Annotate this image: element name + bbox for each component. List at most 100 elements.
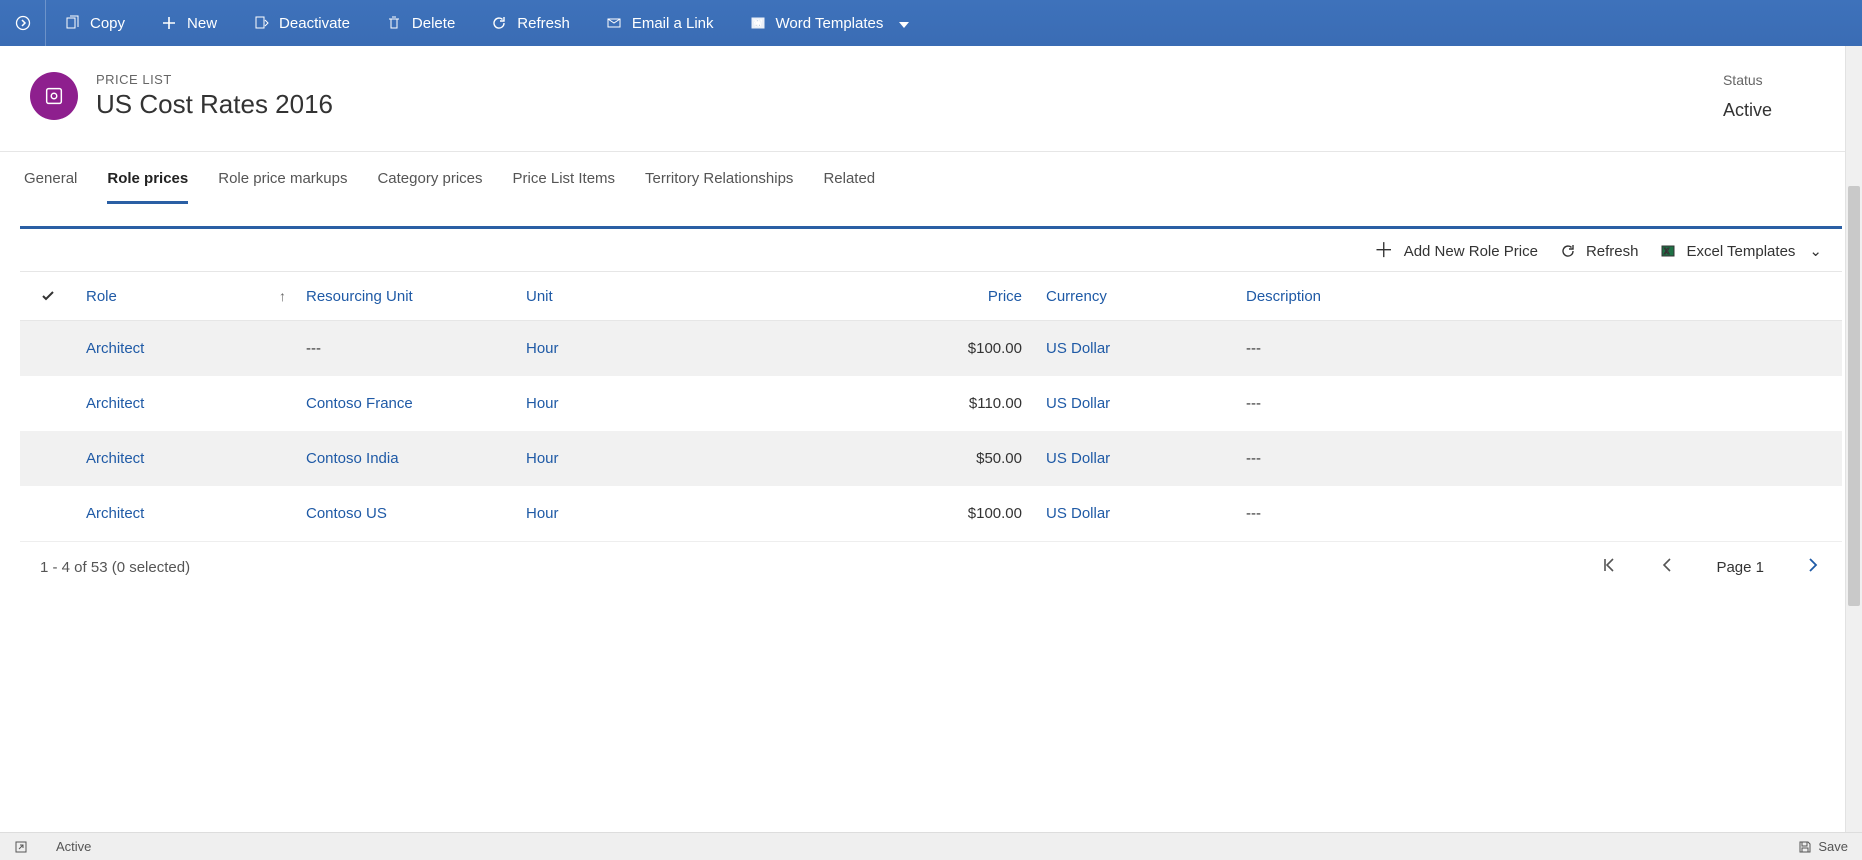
table-row[interactable]: Architect Contoso India Hour $50.00 US D… bbox=[20, 431, 1842, 486]
deactivate-icon bbox=[253, 15, 269, 31]
entity-type-label: PRICE LIST bbox=[96, 72, 333, 87]
chevron-down-icon bbox=[893, 15, 909, 32]
tab-role-price-markups[interactable]: Role price markups bbox=[218, 170, 347, 204]
entity-icon bbox=[30, 72, 78, 120]
scrollbar-thumb[interactable] bbox=[1848, 186, 1860, 606]
subgrid-refresh-button[interactable]: Refresh bbox=[1560, 243, 1639, 260]
email-link-label: Email a Link bbox=[632, 15, 714, 32]
form-body: General Role prices Role price markups C… bbox=[0, 151, 1862, 606]
role-prices-grid: Role ↑ Resourcing Unit Unit Price Curren… bbox=[20, 271, 1842, 596]
popout-icon bbox=[14, 840, 28, 854]
tab-related[interactable]: Related bbox=[823, 170, 875, 204]
column-description[interactable]: Description bbox=[1236, 288, 1496, 305]
copy-icon bbox=[64, 15, 80, 31]
cell-unit[interactable]: Hour bbox=[516, 450, 816, 467]
column-currency[interactable]: Currency bbox=[1036, 288, 1236, 305]
save-button[interactable]: Save bbox=[1798, 839, 1848, 854]
status-value: Active bbox=[1723, 100, 1772, 121]
excel-icon: X bbox=[1660, 243, 1676, 259]
cell-unit[interactable]: Hour bbox=[516, 340, 816, 357]
copy-button[interactable]: Copy bbox=[46, 0, 143, 46]
add-new-label: Add New Role Price bbox=[1404, 243, 1538, 260]
grid-footer: 1 - 4 of 53 (0 selected) Page 1 bbox=[20, 541, 1842, 596]
pager-prev[interactable] bbox=[1658, 556, 1676, 578]
tab-general[interactable]: General bbox=[24, 170, 77, 204]
add-new-role-price-button[interactable]: ＋ Add New Role Price bbox=[1374, 241, 1538, 261]
deactivate-label: Deactivate bbox=[279, 15, 350, 32]
cell-currency[interactable]: US Dollar bbox=[1036, 450, 1236, 467]
cell-unit[interactable]: Hour bbox=[516, 395, 816, 412]
refresh-button[interactable]: Refresh bbox=[473, 0, 588, 46]
record-summary: 1 - 4 of 53 (0 selected) bbox=[40, 559, 190, 576]
cell-role[interactable]: Architect bbox=[76, 395, 296, 412]
tab-category-prices[interactable]: Category prices bbox=[377, 170, 482, 204]
header-titles: PRICE LIST US Cost Rates 2016 bbox=[96, 72, 333, 120]
deactivate-button[interactable]: Deactivate bbox=[235, 0, 368, 46]
cell-description: --- bbox=[1236, 395, 1496, 412]
form-tabs: General Role prices Role price markups C… bbox=[0, 152, 1862, 204]
cell-currency[interactable]: US Dollar bbox=[1036, 340, 1236, 357]
subgrid-command-bar: ＋ Add New Role Price Refresh X Excel Tem… bbox=[20, 229, 1842, 271]
header-status: Status Active bbox=[1723, 72, 1832, 121]
cell-unit[interactable]: Hour bbox=[516, 505, 816, 522]
column-resourcing-unit[interactable]: Resourcing Unit bbox=[296, 288, 516, 305]
cell-role[interactable]: Architect bbox=[76, 340, 296, 357]
column-price[interactable]: Price bbox=[816, 288, 1036, 305]
chevron-right-circle-icon bbox=[15, 15, 31, 31]
command-bar: Copy New Deactivate Delete Refresh Email… bbox=[0, 0, 1862, 46]
trash-icon bbox=[386, 15, 402, 31]
cell-resourcing-unit[interactable]: Contoso France bbox=[296, 395, 516, 412]
save-icon bbox=[1798, 840, 1812, 854]
column-role[interactable]: Role ↑ bbox=[76, 288, 296, 305]
sort-asc-icon: ↑ bbox=[279, 288, 286, 304]
column-role-label: Role bbox=[86, 288, 117, 305]
grid-header: Role ↑ Resourcing Unit Unit Price Curren… bbox=[20, 271, 1842, 321]
new-button[interactable]: New bbox=[143, 0, 235, 46]
nav-expand-button[interactable] bbox=[0, 0, 46, 46]
role-prices-subgrid-container: ＋ Add New Role Price Refresh X Excel Tem… bbox=[0, 204, 1862, 606]
cell-price: $100.00 bbox=[816, 505, 1036, 522]
tab-territory-relationships[interactable]: Territory Relationships bbox=[645, 170, 793, 204]
excel-templates-label: Excel Templates bbox=[1686, 243, 1795, 260]
status-label: Status bbox=[1723, 72, 1772, 88]
cell-resourcing-unit[interactable]: Contoso India bbox=[296, 450, 516, 467]
form-header: PRICE LIST US Cost Rates 2016 Status Act… bbox=[0, 46, 1862, 151]
excel-templates-button[interactable]: X Excel Templates ⌄ bbox=[1660, 242, 1822, 260]
email-link-button[interactable]: Email a Link bbox=[588, 0, 732, 46]
cell-role[interactable]: Architect bbox=[76, 505, 296, 522]
svg-text:X: X bbox=[1664, 247, 1670, 256]
cell-role[interactable]: Architect bbox=[76, 450, 296, 467]
first-page-icon bbox=[1600, 556, 1618, 574]
cell-resourcing-unit[interactable]: Contoso US bbox=[296, 505, 516, 522]
table-row[interactable]: Architect Contoso France Hour $110.00 US… bbox=[20, 376, 1842, 431]
select-all-checkbox[interactable] bbox=[20, 288, 76, 304]
svg-text:W: W bbox=[754, 19, 762, 28]
status-bar-popout[interactable] bbox=[14, 840, 28, 854]
cell-currency[interactable]: US Dollar bbox=[1036, 395, 1236, 412]
word-templates-label: Word Templates bbox=[776, 15, 884, 32]
tab-role-prices[interactable]: Role prices bbox=[107, 170, 188, 204]
delete-button[interactable]: Delete bbox=[368, 0, 473, 46]
cell-price: $100.00 bbox=[816, 340, 1036, 357]
refresh-icon bbox=[1560, 243, 1576, 259]
cell-currency[interactable]: US Dollar bbox=[1036, 505, 1236, 522]
vertical-scrollbar[interactable] bbox=[1845, 46, 1862, 832]
status-bar: Active Save bbox=[0, 832, 1862, 860]
word-templates-button[interactable]: W Word Templates bbox=[732, 0, 928, 46]
next-page-icon bbox=[1804, 556, 1822, 574]
email-icon bbox=[606, 15, 622, 31]
check-icon bbox=[40, 288, 56, 304]
column-unit[interactable]: Unit bbox=[516, 288, 816, 305]
subgrid-refresh-label: Refresh bbox=[1586, 243, 1639, 260]
cell-resourcing-unit: --- bbox=[296, 340, 516, 357]
table-row[interactable]: Architect --- Hour $100.00 US Dollar --- bbox=[20, 321, 1842, 376]
cell-description: --- bbox=[1236, 340, 1496, 357]
plus-icon bbox=[161, 15, 177, 31]
pager: Page 1 bbox=[1600, 556, 1822, 578]
pager-page-label: Page 1 bbox=[1716, 559, 1764, 576]
pager-first[interactable] bbox=[1600, 556, 1618, 578]
tab-price-list-items[interactable]: Price List Items bbox=[513, 170, 616, 204]
table-row[interactable]: Architect Contoso US Hour $100.00 US Dol… bbox=[20, 486, 1842, 541]
chevron-down-icon: ⌄ bbox=[1809, 242, 1822, 260]
pager-next[interactable] bbox=[1804, 556, 1822, 578]
